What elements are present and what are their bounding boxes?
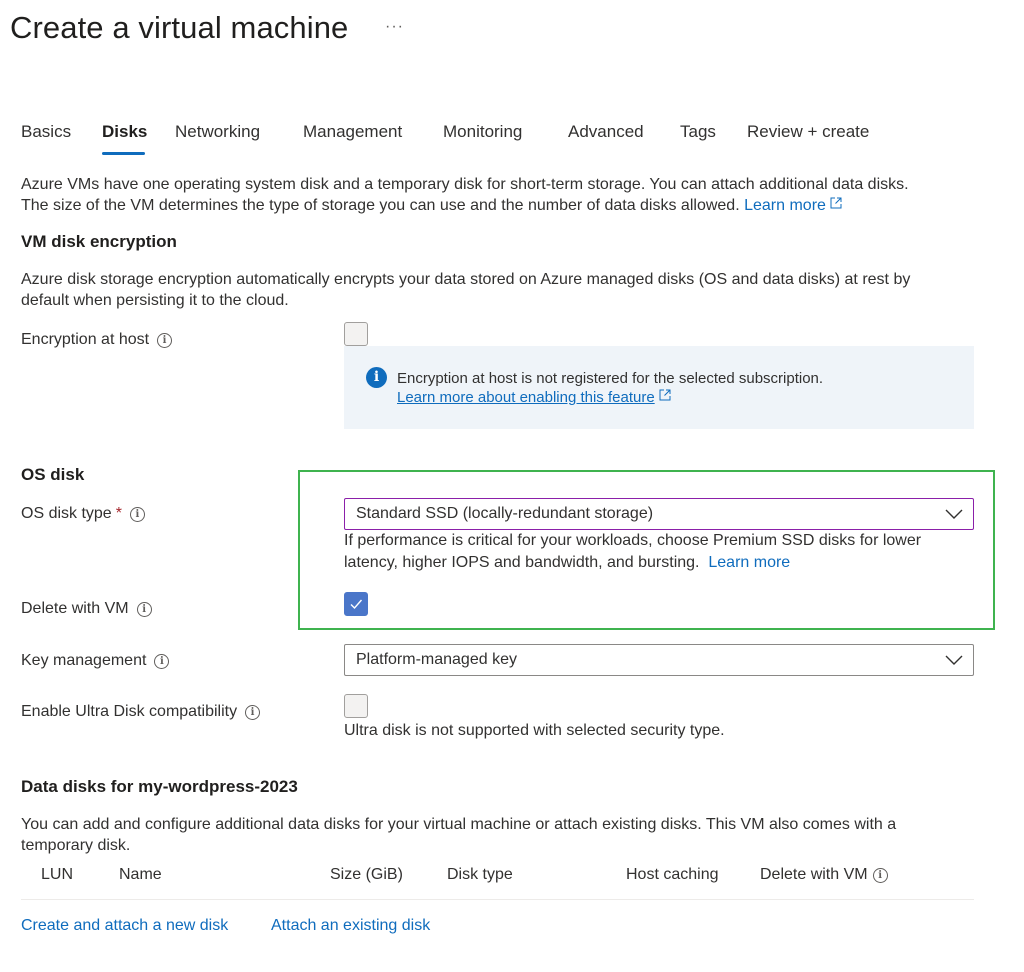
tab-monitoring[interactable]: Monitoring [443,122,522,142]
encryption-desc-line-2: default when persisting it to the cloud. [21,292,289,309]
tab-basics[interactable]: Basics [21,122,71,142]
data-disks-desc-line-1: You can add and configure additional dat… [21,816,897,833]
data-disks-description: You can add and configure additional dat… [21,814,896,856]
learn-more-link[interactable]: Learn more [744,197,826,214]
chevron-down-icon [945,509,963,519]
required-marker: * [115,505,122,522]
intro-line-1: Azure VMs have one operating system disk… [21,176,909,193]
encryption-description: Azure disk storage encryption automatica… [21,269,910,311]
column-header-host-caching: Host caching [626,866,719,883]
os-disk-type-value: Standard SSD (locally-redundant storage) [356,505,654,522]
learn-more-link[interactable]: Learn more [708,554,790,571]
table-divider [21,899,974,900]
encryption-at-host-label: Encryption at host i [21,331,173,349]
attach-existing-disk-link[interactable]: Attach an existing disk [271,917,430,935]
info-circle-icon: i [366,367,387,388]
info-icon[interactable]: i [129,507,145,522]
page-title: Create a virtual machine [10,10,349,45]
ultra-disk-label: Enable Ultra Disk compatibility i [21,703,261,721]
os-disk-type-hint: If performance is critical for your work… [344,530,921,574]
os-disk-type-dropdown[interactable]: Standard SSD (locally-redundant storage) [344,498,974,530]
tab-tags[interactable]: Tags [680,122,716,142]
info-icon[interactable]: i [872,868,888,883]
intro-text: Azure VMs have one operating system disk… [21,174,909,216]
os-disk-heading: OS disk [21,465,85,484]
info-icon[interactable]: i [136,602,152,617]
tab-networking[interactable]: Networking [175,122,260,142]
external-link-icon [659,389,671,401]
encryption-at-host-checkbox[interactable] [344,322,368,346]
info-icon[interactable]: i [154,654,170,669]
enable-feature-link[interactable]: Learn more about enabling this feature [397,389,655,406]
encryption-desc-line-1: Azure disk storage encryption automatica… [21,271,911,288]
data-disks-desc-line-2: temporary disk. [21,837,131,854]
create-attach-disk-link[interactable]: Create and attach a new disk [21,917,228,935]
tab-management[interactable]: Management [303,122,402,142]
delete-with-vm-label: Delete with VM i [21,600,152,618]
key-management-label: Key management i [21,652,170,670]
encryption-notice: i Encryption at host is not registered f… [344,346,974,429]
os-disk-type-label: OS disk type * i [21,505,145,523]
os-disk-hint-line-1: If performance is critical for your work… [344,532,922,549]
delete-with-vm-checkbox[interactable] [344,592,368,616]
ultra-disk-checkbox[interactable] [344,694,368,718]
column-header-name: Name [119,866,162,883]
intro-line-2: The size of the VM determines the type o… [21,195,909,216]
key-management-dropdown[interactable]: Platform-managed key [344,644,974,676]
more-options-icon[interactable]: ··· [385,18,404,36]
encryption-heading: VM disk encryption [21,232,177,251]
column-header-disk-type: Disk type [447,866,513,883]
active-tab-indicator [102,152,145,155]
data-disks-heading: Data disks for my-wordpress-2023 [21,777,298,796]
info-icon[interactable]: i [157,333,173,348]
external-link-icon [830,197,842,209]
key-management-value: Platform-managed key [356,651,517,668]
os-disk-hint-line-2: latency, higher IOPS and bandwidth, and … [344,554,700,571]
tab-disks[interactable]: Disks [102,122,147,142]
column-header-delete-with-vm: Delete with VM i [760,866,888,884]
encryption-notice-text: Encryption at host is not registered for… [397,370,824,387]
ultra-disk-note: Ultra disk is not supported with selecte… [344,722,725,739]
tab-review-create[interactable]: Review + create [747,122,869,142]
column-header-lun: LUN [41,866,74,883]
chevron-down-icon [945,655,963,665]
column-header-size: Size (GiB) [330,866,403,883]
checkmark-icon [350,599,363,610]
info-icon[interactable]: i [245,705,261,720]
tab-advanced[interactable]: Advanced [568,122,644,142]
